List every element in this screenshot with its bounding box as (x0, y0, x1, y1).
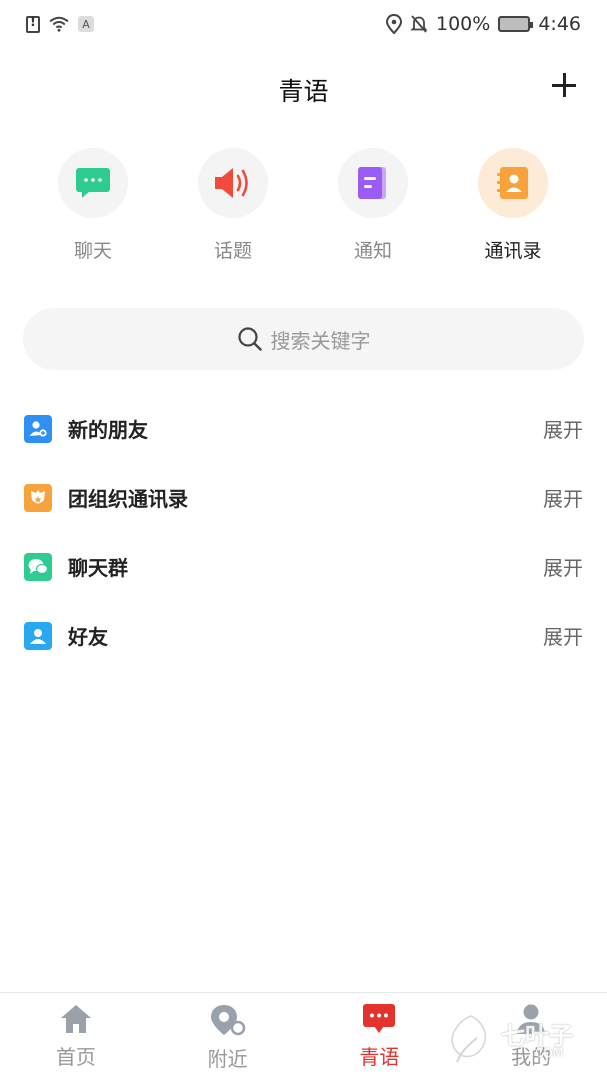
battery-percent: 100% (436, 13, 491, 35)
nav-home[interactable]: 首页 (0, 993, 152, 1080)
search-icon (237, 327, 262, 351)
status-right: 100% 4:46 (386, 13, 581, 35)
location-icon (386, 14, 402, 34)
tab-contacts-label: 通讯录 (484, 240, 542, 262)
leaf-logo-icon (451, 1015, 487, 1063)
expand-button[interactable]: 展开 (543, 414, 583, 443)
tab-topic[interactable]: 话题 (163, 148, 303, 268)
nearby-icon (210, 1005, 245, 1036)
group-chat-icon (24, 552, 52, 581)
list-item-label: 团组织通讯录 (68, 487, 188, 511)
list-item-friends[interactable]: 好友 展开 (0, 601, 607, 670)
nav-nearby-label: 附近 (207, 1047, 248, 1071)
status-left: A (26, 15, 94, 33)
mute-bell-icon (410, 15, 428, 33)
status-time: 4:46 (538, 13, 581, 35)
tab-notice-label: 通知 (353, 240, 392, 262)
league-directory-icon (24, 483, 52, 512)
nav-nearby[interactable]: 附近 (152, 993, 304, 1080)
tab-chat[interactable]: 聊天 (23, 148, 163, 268)
list-item-new-friends[interactable]: 新的朋友 展开 (0, 394, 607, 463)
status-bar: A 100% 4:46 (0, 0, 607, 48)
home-icon (60, 1005, 91, 1033)
new-friend-icon (24, 414, 52, 443)
list-item-league-directory[interactable]: 团组织通讯录 展开 (0, 463, 607, 532)
list-item-group-chat[interactable]: 聊天群 展开 (0, 532, 607, 601)
list-item-label: 聊天群 (68, 556, 128, 580)
app-header: 青语 (0, 60, 607, 120)
tab-chat-label: 聊天 (73, 240, 112, 262)
watermark: 七叶子 COM (439, 1010, 599, 1070)
chat-bubble-icon (76, 168, 110, 198)
friend-icon (24, 621, 52, 650)
nav-message[interactable]: 青语 (304, 993, 456, 1080)
nav-message-label: 青语 (359, 1045, 400, 1069)
add-button[interactable] (549, 70, 579, 100)
search-placeholder: 搜索关键字 (270, 328, 371, 353)
tab-chat-icon-wrap (58, 148, 128, 218)
contact-group-list: 新的朋友 展开 团组织通讯录 展开 聊天群 展开 好友 展开 (0, 394, 607, 670)
tab-topic-label: 话题 (213, 240, 252, 262)
tab-notice[interactable]: 通知 (303, 148, 443, 268)
notice-icon (358, 167, 386, 199)
list-item-label: 新的朋友 (68, 418, 148, 442)
battery-icon (498, 16, 534, 32)
tab-contacts-icon-wrap (478, 148, 548, 218)
watermark-sub: COM (535, 1046, 564, 1060)
wifi-icon (49, 16, 69, 32)
tab-notice-icon-wrap (338, 148, 408, 218)
tab-contacts[interactable]: 通讯录 (443, 148, 583, 268)
list-item-label: 好友 (68, 625, 108, 649)
search-input[interactable]: 搜索关键字 (23, 308, 584, 370)
sim-alert-icon (26, 15, 40, 33)
sim-badge: A (78, 16, 94, 32)
nav-home-label: 首页 (55, 1045, 96, 1069)
page-title: 青语 (278, 77, 329, 106)
expand-button[interactable]: 展开 (543, 621, 583, 650)
quick-tabs: 聊天 话题 通知 通讯录 (0, 148, 607, 268)
expand-button[interactable]: 展开 (543, 552, 583, 581)
speaker-icon (215, 168, 248, 198)
contacts-book-icon (497, 167, 528, 199)
expand-button[interactable]: 展开 (543, 483, 583, 512)
message-icon (363, 1004, 396, 1033)
tab-topic-icon-wrap (198, 148, 268, 218)
